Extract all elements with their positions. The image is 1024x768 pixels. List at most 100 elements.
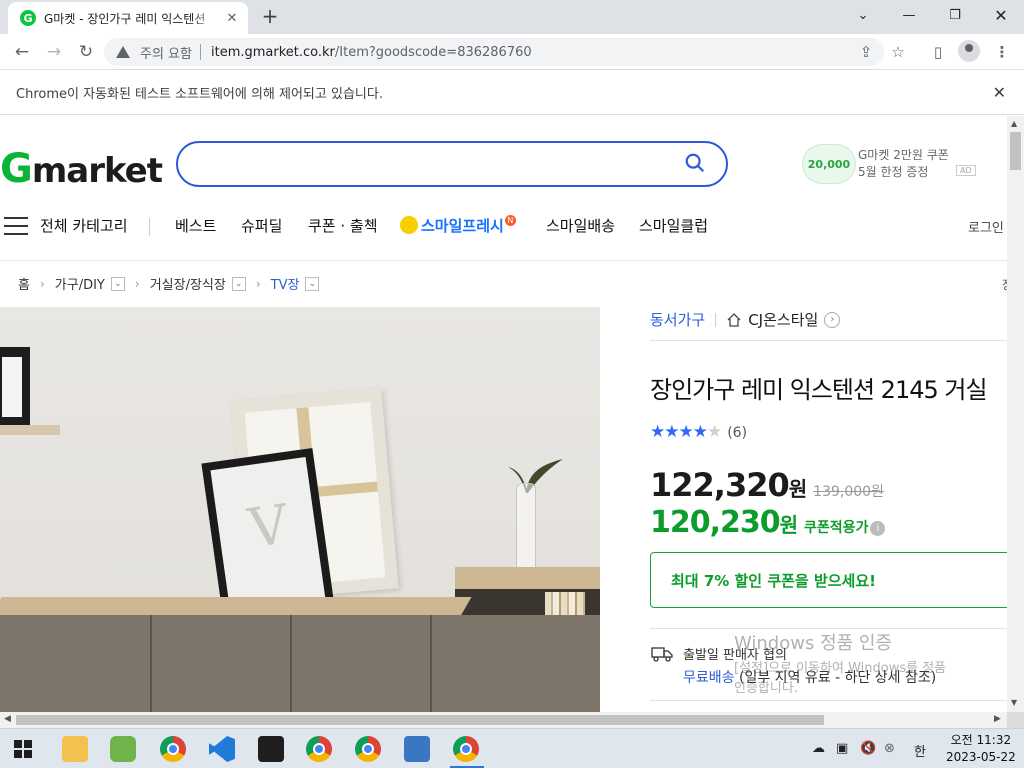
vscode-icon[interactable] xyxy=(209,736,235,762)
shipping-divider-bottom xyxy=(650,700,1007,701)
chevron-down-icon[interactable]: ⌄ xyxy=(305,276,320,291)
tab-close-icon[interactable]: ✕ xyxy=(224,10,240,26)
horizontal-scroll-thumb[interactable] xyxy=(16,715,824,725)
nav-superdeal[interactable]: 슈퍼딜 xyxy=(241,215,282,236)
clock-time: 오전 11:32 xyxy=(950,733,1012,747)
nav-smile-delivery[interactable]: 스마일배송 xyxy=(546,215,615,236)
review-count[interactable]: (6) xyxy=(727,425,747,441)
windows-activation-watermark: Windows 정품 인증 [설정]으로 이동하여 Windows를 정품 인증… xyxy=(734,629,946,699)
login-link[interactable]: 로그인 xyxy=(968,217,1004,236)
seller-info: 동서가구 CJ온스타일 › xyxy=(650,309,841,330)
coupon-download-button[interactable]: 최대 7% 할인 쿠폰을 받으세요! xyxy=(650,552,1007,608)
chevron-down-icon[interactable]: ⌄ xyxy=(231,276,246,291)
sale-price-value: 122,320 xyxy=(650,466,790,504)
breadcrumb-home[interactable]: 홈 xyxy=(18,274,30,293)
infobar-close-icon[interactable]: ✕ xyxy=(993,83,1006,102)
url-path: /Item?goodscode=836286760 xyxy=(334,44,532,60)
share-icon[interactable]: ⇪ xyxy=(856,42,876,62)
search-icon[interactable] xyxy=(684,152,706,174)
shop-link[interactable]: CJ온스타일 xyxy=(748,309,818,330)
chevron-right-icon: › xyxy=(255,276,261,291)
chrome-icon[interactable] xyxy=(355,736,381,762)
minimize-button[interactable]: — xyxy=(886,0,932,30)
breadcrumb-tv-stand[interactable]: TV장 xyxy=(271,274,300,293)
chevron-right-icon: › xyxy=(39,276,45,291)
photo-glass-vase xyxy=(516,483,536,575)
notification-off-icon[interactable]: ⊗ xyxy=(884,741,895,756)
chrome-icon[interactable] xyxy=(160,736,186,762)
coupon-ad-text[interactable]: G마켓 2만원 쿠폰 5월 한정 증정 xyxy=(858,147,949,181)
vertical-scrollbar[interactable]: ▲ ▼ xyxy=(1007,116,1024,712)
scroll-left-arrow-icon[interactable]: ◀ xyxy=(4,714,11,724)
tab-search-chevron-icon[interactable]: ⌄ xyxy=(840,0,886,30)
windows-start-icon[interactable] xyxy=(14,740,32,758)
scrollbar-corner xyxy=(1007,712,1024,728)
file-explorer-icon[interactable] xyxy=(62,736,88,762)
product-title: 장인가구 레미 익스텐션 2145 거실 xyxy=(650,376,988,404)
nav-smile-club[interactable]: 스마일클럽 xyxy=(639,215,708,236)
scroll-down-arrow-icon[interactable]: ▼ xyxy=(1011,698,1017,707)
original-price: 139,000원 xyxy=(813,484,884,500)
nav-smile-fresh[interactable]: 스마일프레시 N xyxy=(400,215,516,236)
address-bar[interactable]: 주의 요함 item.gmarket.co.kr/Item?goodscode=… xyxy=(104,38,884,66)
chevron-down-icon[interactable]: ⌄ xyxy=(110,276,125,291)
scroll-up-arrow-icon[interactable]: ▲ xyxy=(1011,119,1017,128)
coupon-price: 120,230원 쿠폰적용가 i xyxy=(650,505,886,540)
seller-divider xyxy=(715,312,717,327)
sale-price: 122,320원 139,000원 xyxy=(650,466,884,504)
chrome-menu-icon[interactable]: ⋮ xyxy=(992,42,1012,62)
url-host: item.gmarket.co.kr xyxy=(210,44,335,60)
coupon-price-label: 쿠폰적용가 xyxy=(804,520,869,536)
nav-all-categories[interactable]: 전체 카테고리 xyxy=(40,215,128,236)
shipping-note: (일부 지역 유료 - 하단 상세 참조) xyxy=(738,670,937,686)
new-badge: N xyxy=(504,215,516,226)
profile-avatar-icon[interactable] xyxy=(958,40,980,62)
hamburger-menu-icon[interactable] xyxy=(4,217,28,235)
product-main-image[interactable] xyxy=(0,307,600,712)
side-panel-icon[interactable]: ▯ xyxy=(928,42,948,62)
security-status-label[interactable]: 주의 요함 xyxy=(140,43,192,62)
forward-arrow-icon[interactable]: → xyxy=(42,40,66,64)
brand-link[interactable]: 동서가구 xyxy=(650,309,705,330)
sticky-notes-icon[interactable] xyxy=(258,736,284,762)
back-arrow-icon[interactable]: ← xyxy=(10,40,34,64)
nav-best[interactable]: 베스트 xyxy=(175,215,216,236)
scroll-right-arrow-icon[interactable]: ▶ xyxy=(994,714,1001,724)
close-window-button[interactable]: ✕ xyxy=(978,0,1024,30)
coupon-ad-icon[interactable]: 20,000 xyxy=(802,144,856,184)
onedrive-cloud-icon[interactable]: ☁ xyxy=(812,741,825,756)
vertical-scroll-thumb[interactable] xyxy=(1010,132,1021,170)
python-app-icon[interactable] xyxy=(404,736,430,762)
horizontal-scrollbar[interactable]: ◀ ▶ xyxy=(0,712,1007,728)
ime-indicator[interactable]: 한 xyxy=(914,741,926,760)
gmarket-logo[interactable]: Gmarket xyxy=(0,146,163,192)
restore-button[interactable]: ❐ xyxy=(932,0,978,30)
nav-divider xyxy=(149,218,150,236)
chrome-icon[interactable] xyxy=(453,736,479,762)
chevron-right-circle-icon[interactable]: › xyxy=(824,311,841,328)
windows-taskbar: ☁ ▣ 🔇 ⊗ 한 오전 11:32 2023-05-22 xyxy=(0,728,1024,768)
bookmark-star-icon[interactable]: ☆ xyxy=(888,42,908,62)
tab-strip: G G마켓 - 장인가구 레미 익스텐션 ✕ + ⌄ — ❐ ✕ xyxy=(0,0,1024,34)
nav-coupon-checkin[interactable]: 쿠폰 · 출첵 xyxy=(308,215,378,236)
new-tab-button[interactable]: + xyxy=(258,6,282,28)
breadcrumb-furniture[interactable]: 가구/DIY xyxy=(55,274,105,293)
taskbar-clock[interactable]: 오전 11:32 2023-05-22 xyxy=(946,732,1016,766)
search-input[interactable] xyxy=(176,141,728,187)
reload-icon[interactable]: ↻ xyxy=(74,40,98,64)
chrome-icon[interactable] xyxy=(306,736,332,762)
paint-app-icon[interactable] xyxy=(110,736,136,762)
rating-stars[interactable]: ★★★★★ (6) xyxy=(650,422,747,442)
browser-toolbar: ← → ↻ 주의 요함 item.gmarket.co.kr/Item?good… xyxy=(0,34,1024,70)
photo-left-frame xyxy=(0,347,30,427)
network-icon[interactable]: ▣ xyxy=(836,741,848,756)
url-text[interactable]: item.gmarket.co.kr/Item?goodscode=836286… xyxy=(211,45,532,60)
infobar-message: Chrome이 자동화된 테스트 소프트웨어에 의해 제어되고 있습니다. xyxy=(16,87,383,102)
coupon-ad-line2: 5월 한정 증정 xyxy=(858,165,929,179)
info-icon[interactable]: i xyxy=(870,521,886,536)
breadcrumb-cabinet[interactable]: 거실장/장식장 xyxy=(150,274,226,293)
clock-date: 2023-05-22 xyxy=(946,750,1016,764)
shop-home-icon xyxy=(727,312,741,327)
browser-tab-active[interactable]: G G마켓 - 장인가구 레미 익스텐션 ✕ xyxy=(8,2,248,34)
volume-muted-icon[interactable]: 🔇 xyxy=(860,741,876,756)
